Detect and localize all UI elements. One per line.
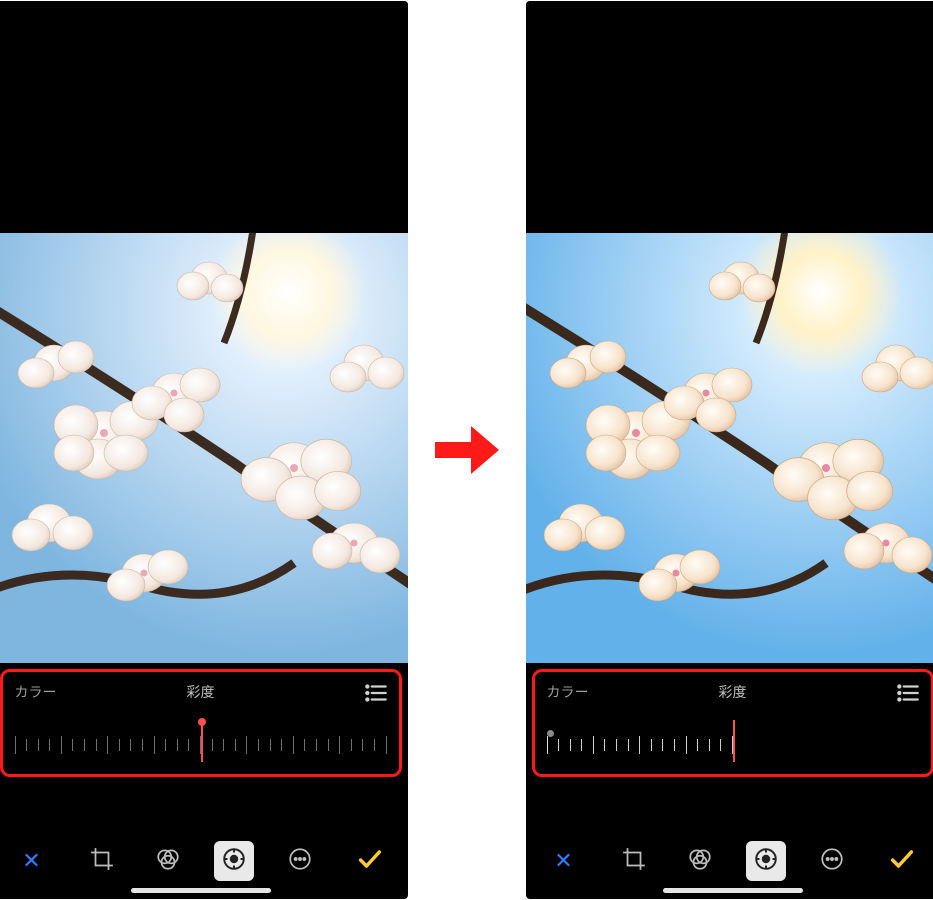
photo-preview[interactable] <box>526 233 933 663</box>
comparison-layout: カラー 彩度 ✕ <box>0 1 933 899</box>
crop-icon <box>621 846 647 877</box>
home-indicator[interactable] <box>131 888 271 893</box>
adjust-button[interactable] <box>214 841 254 881</box>
adjust-panel: カラー 彩度 <box>532 669 933 777</box>
status-blackout <box>0 1 408 233</box>
adjust-category-label: カラー <box>547 682 589 702</box>
more-button[interactable] <box>280 841 320 881</box>
filters-button[interactable] <box>680 841 720 881</box>
list-icon[interactable] <box>363 680 389 709</box>
photo-preview[interactable] <box>0 233 408 663</box>
adjust-panel: カラー 彩度 <box>0 669 402 777</box>
more-icon <box>287 846 313 877</box>
filters-icon <box>687 846 713 877</box>
cancel-button[interactable]: ✕ <box>544 841 584 881</box>
crop-icon <box>89 846 115 877</box>
more-button[interactable] <box>812 841 852 881</box>
saturation-slider[interactable] <box>547 720 919 760</box>
slider-indicator[interactable] <box>733 720 735 762</box>
confirm-button[interactable] <box>882 841 922 881</box>
confirm-button[interactable] <box>350 841 390 881</box>
cancel-button[interactable]: ✕ <box>12 841 52 881</box>
adjust-param-label: 彩度 <box>187 682 215 702</box>
phone-screen-right: カラー 彩度 ✕ <box>526 1 933 899</box>
more-icon <box>819 846 845 877</box>
adjust-icon <box>753 846 779 877</box>
crop-button[interactable] <box>614 841 654 881</box>
saturation-slider[interactable] <box>15 720 387 760</box>
status-blackout <box>526 1 933 233</box>
filters-icon <box>155 846 181 877</box>
home-indicator[interactable] <box>663 888 803 893</box>
adjust-param-label: 彩度 <box>719 682 747 702</box>
check-icon <box>356 845 384 878</box>
adjust-button[interactable] <box>746 841 786 881</box>
check-icon <box>888 845 916 878</box>
slider-indicator[interactable] <box>201 720 203 762</box>
arrow-icon <box>432 415 502 485</box>
crop-button[interactable] <box>82 841 122 881</box>
filters-button[interactable] <box>148 841 188 881</box>
phone-screen-left: カラー 彩度 ✕ <box>0 1 408 899</box>
adjust-category-label: カラー <box>15 682 57 702</box>
adjust-icon <box>221 846 247 877</box>
list-icon[interactable] <box>895 680 921 709</box>
